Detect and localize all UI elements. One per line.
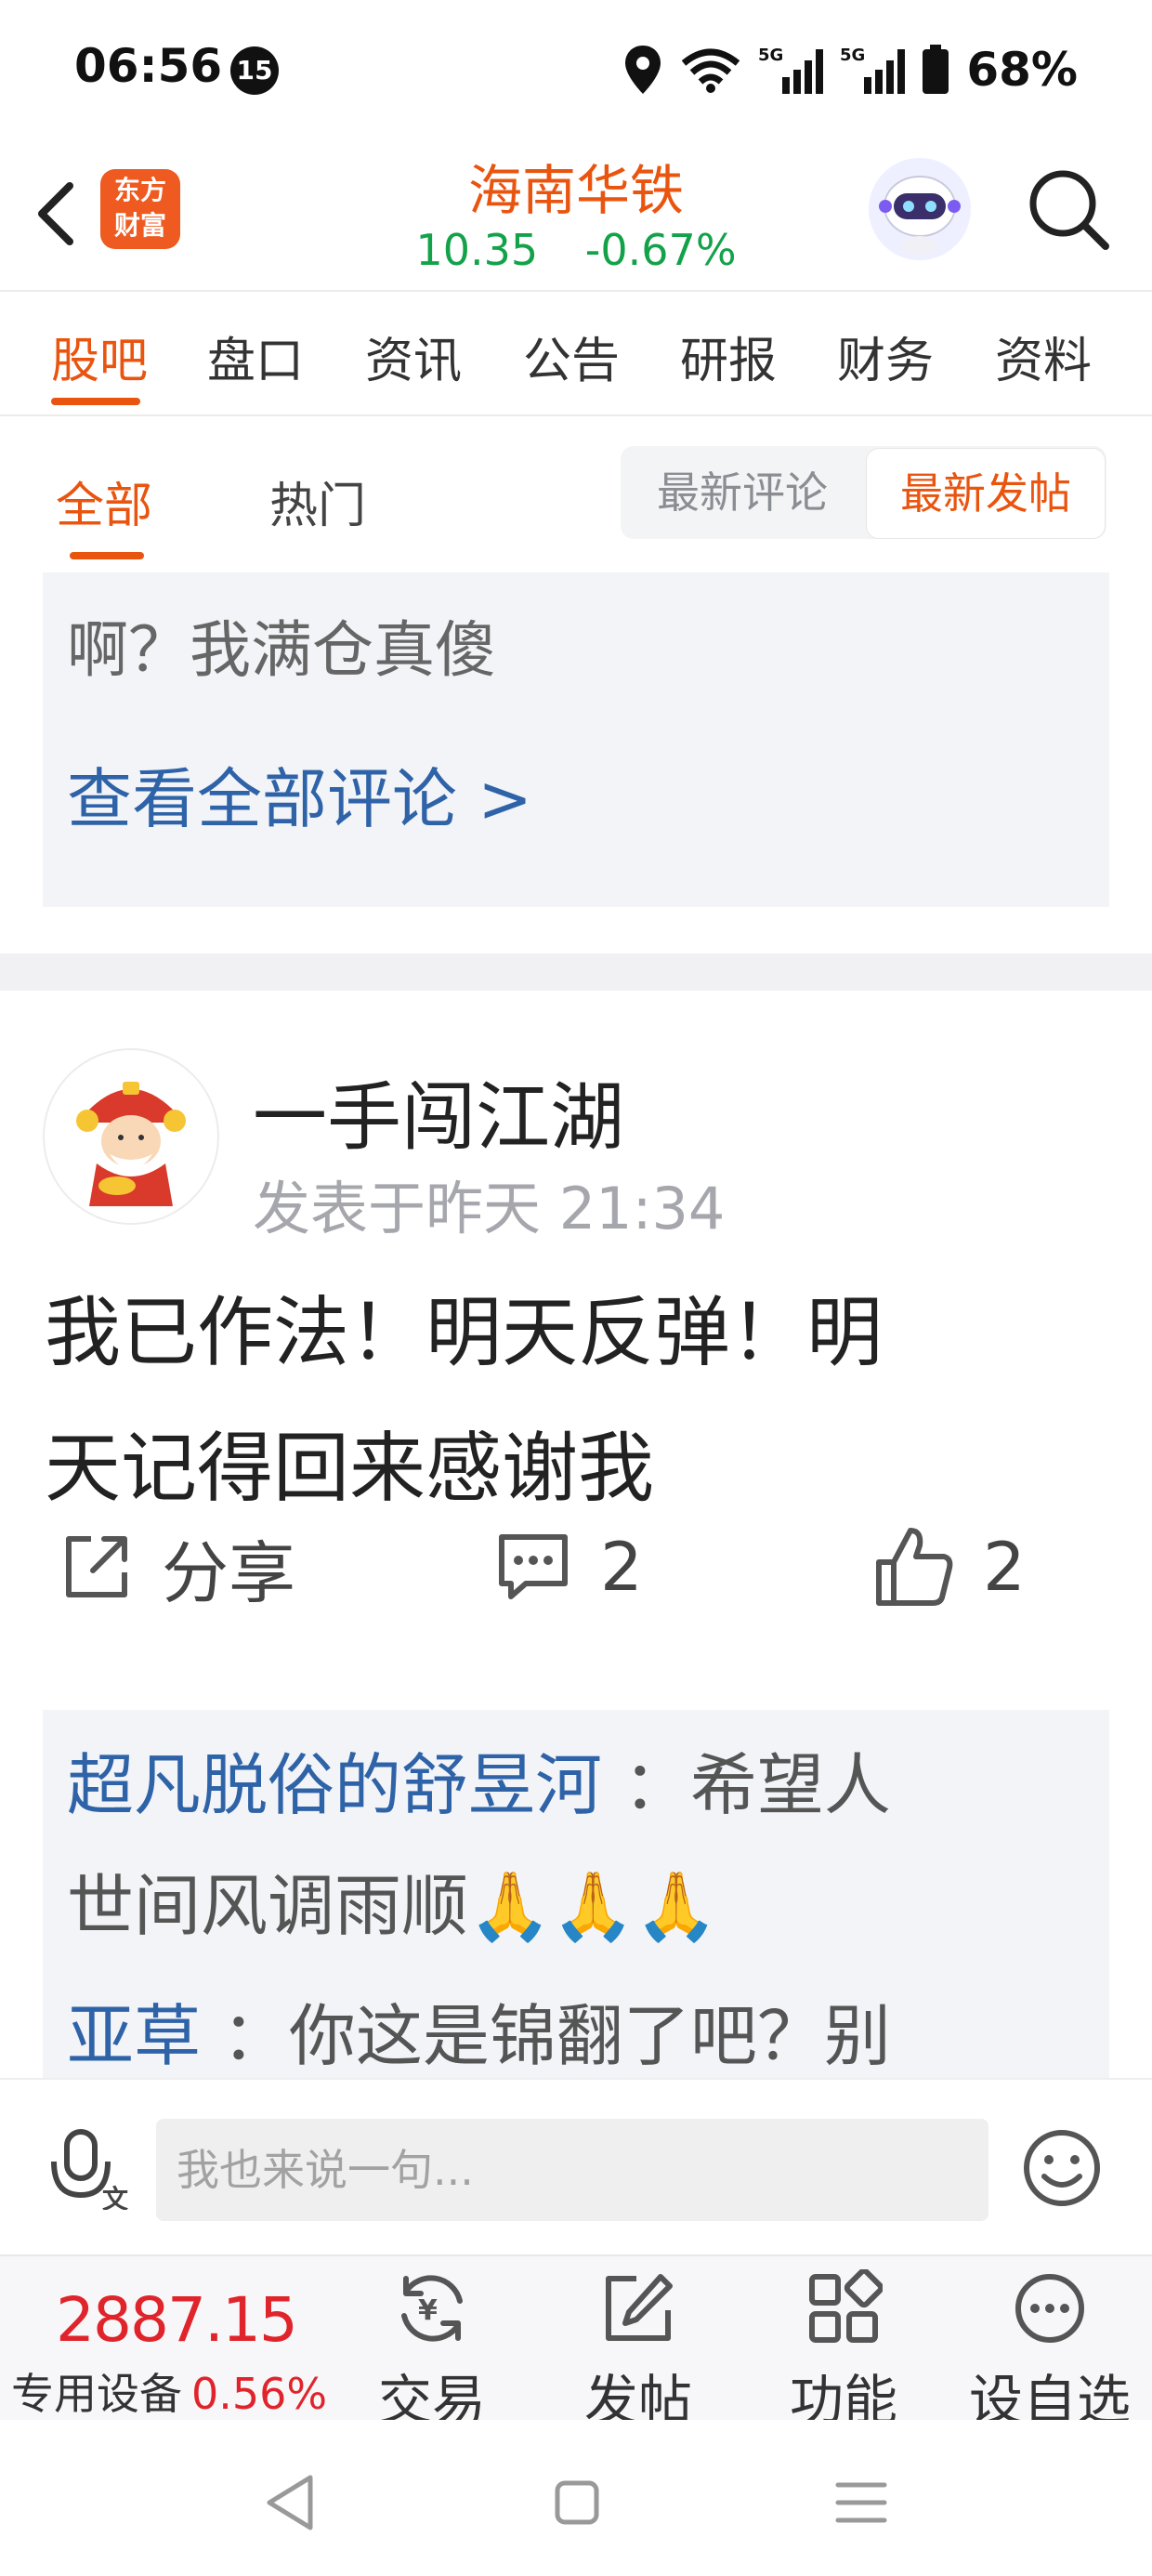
more-circle-icon: [1015, 2274, 1084, 2343]
thumbs-up-icon: [876, 1528, 953, 1606]
author-name[interactable]: 一手闯江湖: [253, 1058, 624, 1165]
stock-quote: 10.35 -0.67%: [0, 225, 1152, 275]
subtab-hot[interactable]: 热门: [269, 467, 366, 536]
signal-5g-icon: 5G: [758, 46, 824, 94]
sort-latest-comment[interactable]: 最新评论: [621, 446, 864, 539]
sort-latest-post[interactable]: 最新发帖: [866, 448, 1106, 539]
nav-menu-icon[interactable]: [819, 2461, 903, 2544]
post-feed: 啊？我满仓真傻 查看全部评论 > 一手闯江湖 发表于昨天 21:34 我已作法！…: [0, 572, 1152, 2078]
nav-back-icon[interactable]: [251, 2461, 334, 2544]
nav-home-icon[interactable]: [535, 2461, 619, 2544]
comment-icon: [499, 1534, 568, 1599]
svg-text:文: 文: [102, 2184, 128, 2210]
svg-text:5G: 5G: [840, 46, 865, 65]
stock-price: 10.35: [415, 225, 539, 275]
reply-item[interactable]: 超凡脱俗的舒昱河 ：希望人: [67, 1725, 1089, 1846]
stock-header: 东方 财富 海南华铁 10.35 -0.67%: [0, 139, 1152, 290]
index-value[interactable]: 2887.15: [56, 2284, 298, 2356]
new-post-button[interactable]: 发帖: [545, 2269, 731, 2432]
reply-text: 希望人: [689, 1746, 891, 1824]
reply-item-2[interactable]: 亚草 ：你这是锦翻了吧？别: [67, 1976, 1089, 2078]
comment-input-bar: 文: [0, 2078, 1152, 2256]
post-separator: [0, 953, 1152, 991]
header-divider: [0, 290, 1152, 292]
share-button[interactable]: 分享: [59, 1520, 295, 1613]
comment-preview-text: 啊？我满仓真傻: [67, 614, 496, 686]
tab-profile[interactable]: 资料: [995, 322, 1092, 391]
comment-button[interactable]: 2: [494, 1520, 643, 1613]
sub-tabs: 全部 热门 最新评论 最新发帖: [0, 416, 1152, 571]
comment-preview[interactable]: 啊？我满仓真傻 查看全部评论 >: [43, 572, 1109, 907]
view-all-comments-link[interactable]: 查看全部评论 >: [67, 747, 532, 841]
tab-finance[interactable]: 财务: [837, 322, 934, 391]
reply-author-2[interactable]: 亚草: [67, 1997, 201, 2075]
features-button[interactable]: 功能: [751, 2269, 936, 2432]
tab-guba[interactable]: 股吧: [51, 322, 148, 391]
index-name: 专用设备: [11, 2369, 182, 2419]
ai-assistant-avatar[interactable]: [869, 158, 971, 260]
search-icon[interactable]: [1022, 163, 1115, 256]
stock-name: 海南华铁: [467, 159, 684, 222]
system-nav-bar: [0, 2420, 1152, 2576]
robot-icon: [879, 176, 961, 255]
svg-text:5G: 5G: [758, 46, 783, 65]
share-label: 分享: [162, 1533, 296, 1612]
comment-count: 2: [600, 1528, 643, 1606]
voice-input-icon[interactable]: 文: [48, 2126, 132, 2210]
index-change: 0.56%: [191, 2369, 328, 2419]
stock-change: -0.67%: [584, 225, 737, 275]
edit-icon: [606, 2274, 673, 2341]
reply-author[interactable]: 超凡脱俗的舒昱河: [67, 1746, 602, 1824]
like-count: 2: [983, 1528, 1026, 1606]
bottom-bar: 2887.15 专用设备 0.56% ¥ 交易 发帖 功能 设自选: [0, 2254, 1152, 2432]
reply-text-2: 你这是锦翻了吧？别: [288, 1997, 891, 2075]
trade-button[interactable]: ¥ 交易: [339, 2269, 525, 2432]
location-icon: [625, 46, 661, 94]
sort-toggle: 最新评论 最新发帖: [621, 446, 1106, 539]
fortune-god-avatar-icon: [76, 1082, 186, 1206]
reply-separator: ：: [602, 1746, 690, 1824]
replies-box[interactable]: 超凡脱俗的舒昱河 ：希望人 世间风调雨顺🙏🙏🙏 亚草 ：你这是锦翻了吧？别: [43, 1710, 1109, 2078]
reply-text-cont: 世间风调雨顺🙏🙏🙏: [67, 1867, 718, 1945]
battery-percent: 68%: [966, 43, 1078, 97]
tab-news[interactable]: 资讯: [365, 322, 462, 391]
status-icons: 5G 5G 68%: [622, 37, 1078, 102]
post-body[interactable]: 我已作法！明天反弹！明 天记得回来感谢我: [45, 1266, 1113, 1537]
battery-icon: [923, 45, 949, 94]
like-button[interactable]: 2: [871, 1520, 1026, 1613]
emoji-icon[interactable]: [1020, 2126, 1104, 2210]
author-avatar[interactable]: [43, 1048, 219, 1225]
add-watchlist-button[interactable]: 设自选: [957, 2269, 1143, 2432]
notification-badge: 15: [230, 46, 279, 95]
tab-pankou[interactable]: 盘口: [207, 322, 304, 391]
post-body-line1: 我已作法！明天反弹！明: [45, 1289, 884, 1377]
comment-input[interactable]: [156, 2119, 988, 2221]
grid-icon: [809, 2269, 883, 2343]
status-bar: 06:56 15 5G 5G 68%: [0, 0, 1152, 139]
main-tabs: 股吧 盘口 资讯 公告 研报 财务 资料: [0, 294, 1152, 414]
trade-icon: ¥: [401, 2275, 463, 2342]
post-time: 发表于昨天 21:34: [253, 1175, 726, 1242]
wifi-icon: [682, 48, 740, 93]
active-tab-indicator: [51, 398, 140, 405]
reply-separator-2: ：: [201, 1997, 289, 2075]
tab-announcements[interactable]: 公告: [523, 322, 620, 391]
svg-text:¥: ¥: [418, 2294, 438, 2327]
signal-5g-icon-2: 5G: [840, 46, 906, 94]
share-icon: [66, 1536, 127, 1597]
active-subtab-indicator: [70, 552, 144, 559]
subtab-all[interactable]: 全部: [56, 467, 152, 536]
tab-research[interactable]: 研报: [680, 322, 777, 391]
index-info[interactable]: 专用设备 0.56%: [11, 2360, 327, 2422]
post-body-line2: 天记得回来感谢我: [45, 1425, 655, 1513]
status-time: 06:56: [74, 39, 223, 93]
